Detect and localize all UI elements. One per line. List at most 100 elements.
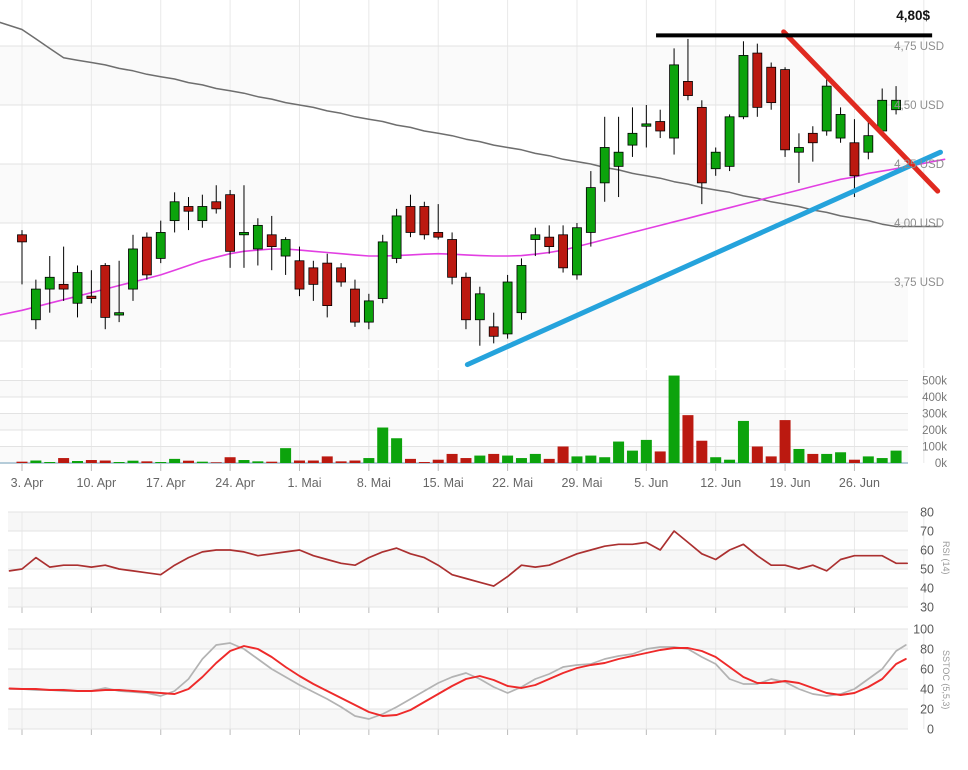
- volume-bar: [544, 459, 555, 463]
- volume-bar: [599, 457, 610, 463]
- volume-bar: [30, 461, 41, 463]
- candle-body: [878, 100, 887, 131]
- candle-body: [461, 277, 470, 319]
- volume-bar: [419, 462, 430, 463]
- volume-bar: [474, 456, 485, 463]
- candle: [226, 190, 235, 268]
- volume-bar: [169, 459, 180, 463]
- date-axis-label: 17. Apr: [146, 476, 186, 490]
- candle-body: [628, 133, 637, 145]
- candle-body: [864, 136, 873, 153]
- date-axis-label: 19. Jun: [770, 476, 811, 490]
- volume-bar: [682, 415, 693, 463]
- candle-body: [128, 249, 137, 289]
- volume-bar: [780, 420, 791, 463]
- candle: [531, 228, 540, 256]
- price-axis-label: 4,00 USD: [894, 218, 944, 230]
- candle-body: [794, 147, 803, 152]
- candle-body: [434, 232, 443, 237]
- volume-bar: [197, 462, 208, 463]
- stoch-axis-label: 40: [920, 683, 934, 697]
- candle-body: [212, 202, 221, 209]
- candle-body: [309, 268, 318, 285]
- price-axis-label: 4,25 USD: [894, 159, 944, 171]
- volume-bar: [488, 454, 499, 463]
- volume-bar: [710, 457, 721, 463]
- candle-body: [725, 117, 734, 167]
- candle-body: [503, 282, 512, 334]
- resistance-price-label[interactable]: 4,80$: [830, 8, 930, 23]
- volume-bar: [100, 461, 111, 463]
- volume-bar: [502, 456, 513, 463]
- volume-bar: [225, 457, 236, 463]
- candle-body: [170, 202, 179, 221]
- candle: [725, 114, 734, 171]
- volume-bar: [294, 461, 305, 463]
- date-axis-label: 10. Apr: [77, 476, 117, 490]
- candle-body: [142, 237, 151, 275]
- volume-bar: [336, 461, 347, 463]
- volume-bar: [238, 460, 249, 463]
- rsi-axis-label: 30: [920, 601, 934, 615]
- volume-bar: [849, 460, 860, 463]
- volume-bar: [877, 458, 888, 463]
- date-axis-label: 3. Apr: [11, 476, 44, 490]
- candle-body: [337, 268, 346, 282]
- candle-body: [392, 216, 401, 258]
- candle: [753, 44, 762, 117]
- date-axis-label: 22. Mai: [492, 476, 533, 490]
- candle: [628, 107, 637, 157]
- volume-bar: [835, 452, 846, 463]
- volume-bar: [266, 462, 277, 463]
- candle: [517, 258, 526, 319]
- volume-axis-label: 500k: [922, 376, 947, 388]
- candle: [781, 67, 790, 157]
- price-volume-indicator-chart[interactable]: 4,75 USD4,50 USD4,25 USD4,00 USD3,75 USD…: [0, 0, 968, 765]
- candle-body: [350, 289, 359, 322]
- candle-body: [18, 235, 27, 242]
- price-axis-label: 3,75 USD: [894, 277, 944, 289]
- candle-body: [475, 294, 484, 320]
- candle: [656, 110, 665, 138]
- candle: [642, 105, 651, 147]
- volume-bar: [752, 447, 763, 464]
- candle-body: [586, 188, 595, 233]
- candle-body: [711, 152, 720, 169]
- candle: [253, 218, 262, 265]
- candle-body: [767, 67, 776, 102]
- date-axis-label: 12. Jun: [700, 476, 741, 490]
- candle-body: [836, 114, 845, 138]
- volume-bar: [793, 449, 804, 463]
- volume-bar: [558, 447, 569, 464]
- date-axis-label: 15. Mai: [423, 476, 464, 490]
- volume-bar: [349, 461, 360, 463]
- rsi-axis-label: 60: [920, 544, 934, 558]
- candle-body: [739, 55, 748, 116]
- candle: [767, 63, 776, 110]
- volume-bar: [641, 440, 652, 463]
- candle-body: [448, 240, 457, 278]
- candle-body: [253, 225, 262, 249]
- candle: [142, 232, 151, 279]
- candle-body: [239, 232, 248, 234]
- chart-root: 4,75 USD4,50 USD4,25 USD4,00 USD3,75 USD…: [0, 0, 968, 765]
- candle-body: [198, 206, 207, 220]
- volume-bar: [655, 451, 666, 463]
- candle-body: [850, 143, 859, 176]
- candle-body: [489, 327, 498, 336]
- stoch-axis-label: 0: [927, 723, 934, 737]
- volume-bar: [696, 441, 707, 463]
- volume-bar: [155, 462, 166, 463]
- candle-body: [683, 81, 692, 95]
- candle-body: [59, 284, 68, 289]
- candle-body: [184, 206, 193, 211]
- date-axis-label: 8. Mai: [357, 476, 391, 490]
- volume-bar: [183, 461, 194, 463]
- candle-body: [420, 206, 429, 234]
- candle: [267, 216, 276, 270]
- candle-body: [295, 261, 304, 289]
- stoch-axis-label: 100: [913, 623, 934, 637]
- date-axis-label: 1. Mai: [287, 476, 321, 490]
- candle-body: [45, 277, 54, 289]
- volume-bar: [252, 461, 263, 463]
